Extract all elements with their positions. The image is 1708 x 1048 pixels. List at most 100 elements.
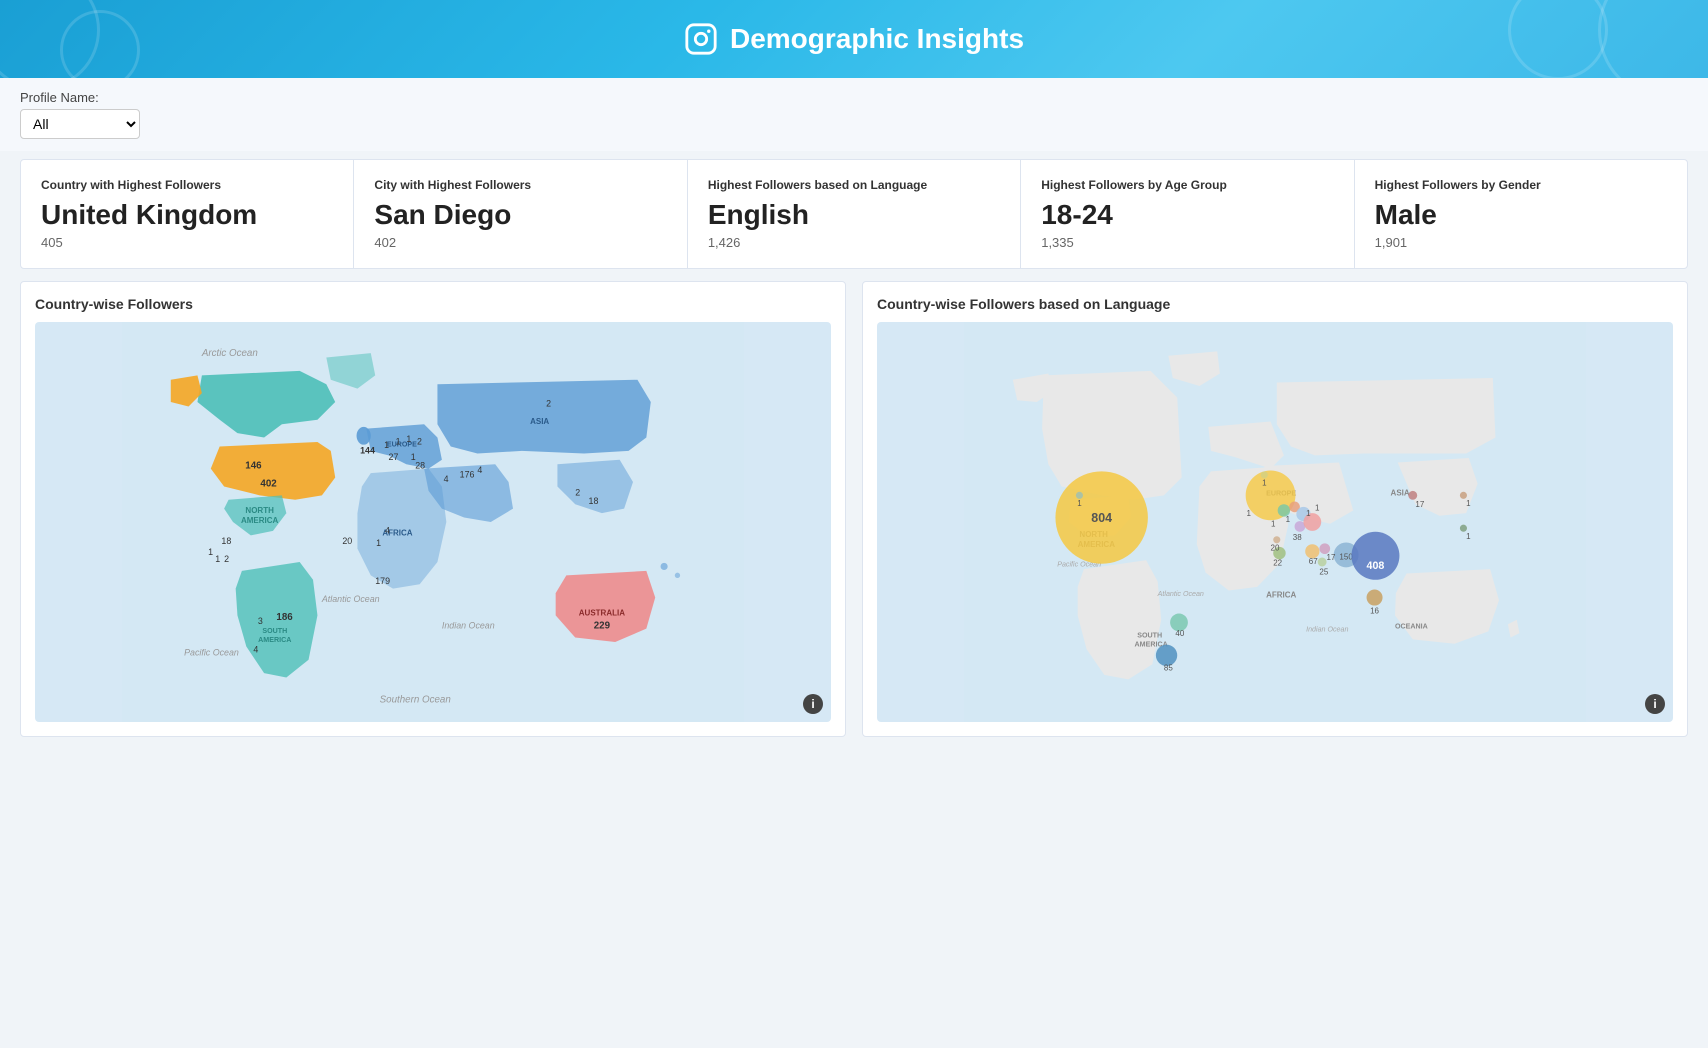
svg-text:402: 402	[260, 478, 277, 489]
stat-value-city: San Diego	[374, 200, 666, 231]
svg-text:17: 17	[1415, 500, 1424, 509]
svg-text:16: 16	[1370, 606, 1379, 615]
profile-name-label: Profile Name:	[20, 90, 1688, 105]
svg-text:20: 20	[342, 536, 352, 546]
svg-text:2: 2	[224, 554, 229, 564]
svg-text:4: 4	[253, 644, 258, 654]
svg-text:NORTH: NORTH	[245, 506, 274, 515]
svg-text:AFRICA: AFRICA	[1266, 590, 1296, 599]
stat-label-age: Highest Followers by Age Group	[1041, 178, 1333, 192]
choropleth-map: Arctic Ocean Pacific Ocean Atlantic Ocea…	[35, 322, 831, 722]
svg-text:408: 408	[1367, 560, 1385, 572]
svg-text:2: 2	[546, 398, 551, 408]
svg-text:4: 4	[477, 465, 482, 475]
stat-count-language: 1,426	[708, 235, 1000, 250]
svg-text:SOUTH: SOUTH	[1137, 631, 1162, 639]
header-title-container: Demographic Insights	[0, 22, 1708, 56]
svg-text:4: 4	[385, 525, 390, 535]
stat-label-gender: Highest Followers by Gender	[1375, 178, 1667, 192]
svg-text:150: 150	[1339, 552, 1353, 561]
profile-name-select[interactable]: All Profile 1 Profile 2	[20, 109, 140, 139]
svg-text:186: 186	[276, 612, 293, 623]
profile-section: Profile Name: All Profile 1 Profile 2	[0, 78, 1708, 151]
stat-card-country: Country with Highest Followers United Ki…	[21, 160, 354, 268]
svg-text:20: 20	[1271, 543, 1280, 552]
stat-count-age: 1,335	[1041, 235, 1333, 250]
svg-text:1: 1	[1306, 509, 1311, 518]
svg-text:AUSTRALIA: AUSTRALIA	[579, 608, 625, 617]
svg-text:SOUTH: SOUTH	[262, 627, 287, 635]
svg-text:804: 804	[1091, 511, 1112, 525]
svg-text:4: 4	[444, 474, 449, 484]
svg-text:18: 18	[221, 536, 231, 546]
svg-text:Atlantic Ocean: Atlantic Ocean	[1157, 590, 1204, 598]
svg-text:Southern Ocean: Southern Ocean	[380, 694, 451, 705]
svg-text:AMERICA: AMERICA	[258, 636, 291, 644]
bubble-map: NORTH AMERICA Pacific Ocean Atlantic Oce…	[877, 322, 1673, 722]
svg-text:229: 229	[594, 620, 611, 631]
svg-text:1: 1	[215, 554, 220, 564]
svg-text:1: 1	[1286, 515, 1291, 524]
svg-text:1: 1	[1077, 499, 1082, 508]
svg-text:146: 146	[245, 460, 262, 471]
svg-text:Indian Ocean: Indian Ocean	[1306, 625, 1348, 633]
svg-text:67: 67	[1309, 557, 1318, 566]
stat-card-language: Highest Followers based on Language Engl…	[688, 160, 1021, 268]
svg-text:2: 2	[575, 487, 580, 497]
svg-text:1: 1	[1315, 503, 1320, 512]
stat-value-gender: Male	[1375, 200, 1667, 231]
stat-card-age: Highest Followers by Age Group 18-24 1,3…	[1021, 160, 1354, 268]
svg-text:2: 2	[417, 436, 422, 446]
svg-text:3: 3	[258, 616, 263, 626]
svg-text:AMERICA: AMERICA	[241, 516, 279, 525]
svg-text:Indian Ocean: Indian Ocean	[442, 620, 495, 630]
svg-text:1: 1	[1466, 532, 1471, 541]
maps-row: Country-wise Followers Arctic Ocean Paci…	[20, 281, 1688, 737]
stat-label-country: Country with Highest Followers	[41, 178, 333, 192]
svg-text:1: 1	[1262, 478, 1267, 487]
header-title-text: Demographic Insights	[730, 23, 1024, 55]
svg-text:22: 22	[1273, 558, 1282, 567]
svg-text:176: 176	[460, 469, 475, 479]
map-title-language: Country-wise Followers based on Language	[877, 296, 1673, 312]
stat-count-country: 405	[41, 235, 333, 250]
svg-text:OCEANIA: OCEANIA	[1395, 622, 1428, 630]
svg-text:17: 17	[1327, 553, 1336, 562]
svg-text:25: 25	[1319, 567, 1328, 576]
map1-info-icon[interactable]: i	[803, 694, 823, 714]
svg-text:ASIA: ASIA	[1391, 488, 1410, 497]
svg-text:Arctic Ocean: Arctic Ocean	[201, 348, 258, 359]
svg-text:1: 1	[1247, 509, 1252, 518]
stat-label-language: Highest Followers based on Language	[708, 178, 1000, 192]
map-container-country: Arctic Ocean Pacific Ocean Atlantic Ocea…	[35, 322, 831, 722]
stat-value-age: 18-24	[1041, 200, 1333, 231]
header: Demographic Insights	[0, 0, 1708, 78]
map-panel-country: Country-wise Followers Arctic Ocean Paci…	[20, 281, 846, 737]
svg-text:27: 27	[389, 452, 399, 462]
stat-value-country: United Kingdom	[41, 200, 333, 231]
svg-text:1: 1	[384, 440, 389, 450]
map-container-language: NORTH AMERICA Pacific Ocean Atlantic Oce…	[877, 322, 1673, 722]
svg-text:1: 1	[208, 547, 213, 557]
svg-text:1: 1	[376, 538, 381, 548]
svg-text:38: 38	[1293, 533, 1302, 542]
svg-text:85: 85	[1164, 663, 1173, 672]
svg-text:1: 1	[1271, 519, 1276, 528]
svg-text:Pacific Ocean: Pacific Ocean	[184, 647, 239, 657]
russia-region: ASIA 2	[437, 380, 650, 454]
map-title-country: Country-wise Followers	[35, 296, 831, 312]
svg-text:18: 18	[589, 496, 599, 506]
svg-text:179: 179	[375, 576, 390, 586]
instagram-icon	[684, 22, 718, 56]
stat-value-language: English	[708, 200, 1000, 231]
svg-text:1: 1	[396, 436, 401, 446]
stat-count-city: 402	[374, 235, 666, 250]
stats-row: Country with Highest Followers United Ki…	[20, 159, 1688, 269]
svg-text:Atlantic Ocean: Atlantic Ocean	[321, 594, 380, 604]
uk	[357, 427, 371, 445]
stat-card-city: City with Highest Followers San Diego 40…	[354, 160, 687, 268]
map2-info-icon[interactable]: i	[1645, 694, 1665, 714]
svg-text:40: 40	[1175, 629, 1184, 638]
stat-label-city: City with Highest Followers	[374, 178, 666, 192]
svg-text:ASIA: ASIA	[530, 417, 549, 426]
